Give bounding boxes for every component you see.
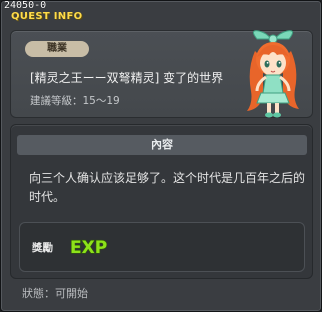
quest-description: 向三个人确认应该足够了。这个时代是几百年之后的时代。 (29, 171, 306, 204)
recommended-level: 建議等級：15～19 (30, 95, 120, 107)
reward-label: 獎勵 (32, 242, 53, 254)
quest-name: [精灵之王ーー双弩精灵] 变了的世界 (30, 71, 224, 85)
window-title[interactable]: QUEST INFO (11, 11, 82, 22)
quest-status: 狀態：可開始 (22, 287, 88, 300)
content-header: 內容 (17, 135, 307, 155)
quest-id: 24050-0 (4, 0, 47, 11)
fairy-npc-portrait-icon (247, 30, 299, 118)
quest-summary-panel: 職業 [精灵之王ーー双弩精灵] 变了的世界 建議等級：15～19 (10, 30, 313, 118)
reward-box: 獎勵 EXP (19, 222, 305, 272)
quest-info-window: 24050-0 QUEST INFO 職業 [精灵之王ーー双弩精灵] 变了的世界… (0, 0, 322, 312)
quest-content-panel: 內容 向三个人确认应该足够了。这个时代是几百年之后的时代。 獎勵 EXP (10, 124, 313, 279)
exp-icon: EXP (69, 237, 107, 258)
job-badge: 職業 (25, 41, 89, 57)
exp-text: EXP (70, 238, 107, 258)
